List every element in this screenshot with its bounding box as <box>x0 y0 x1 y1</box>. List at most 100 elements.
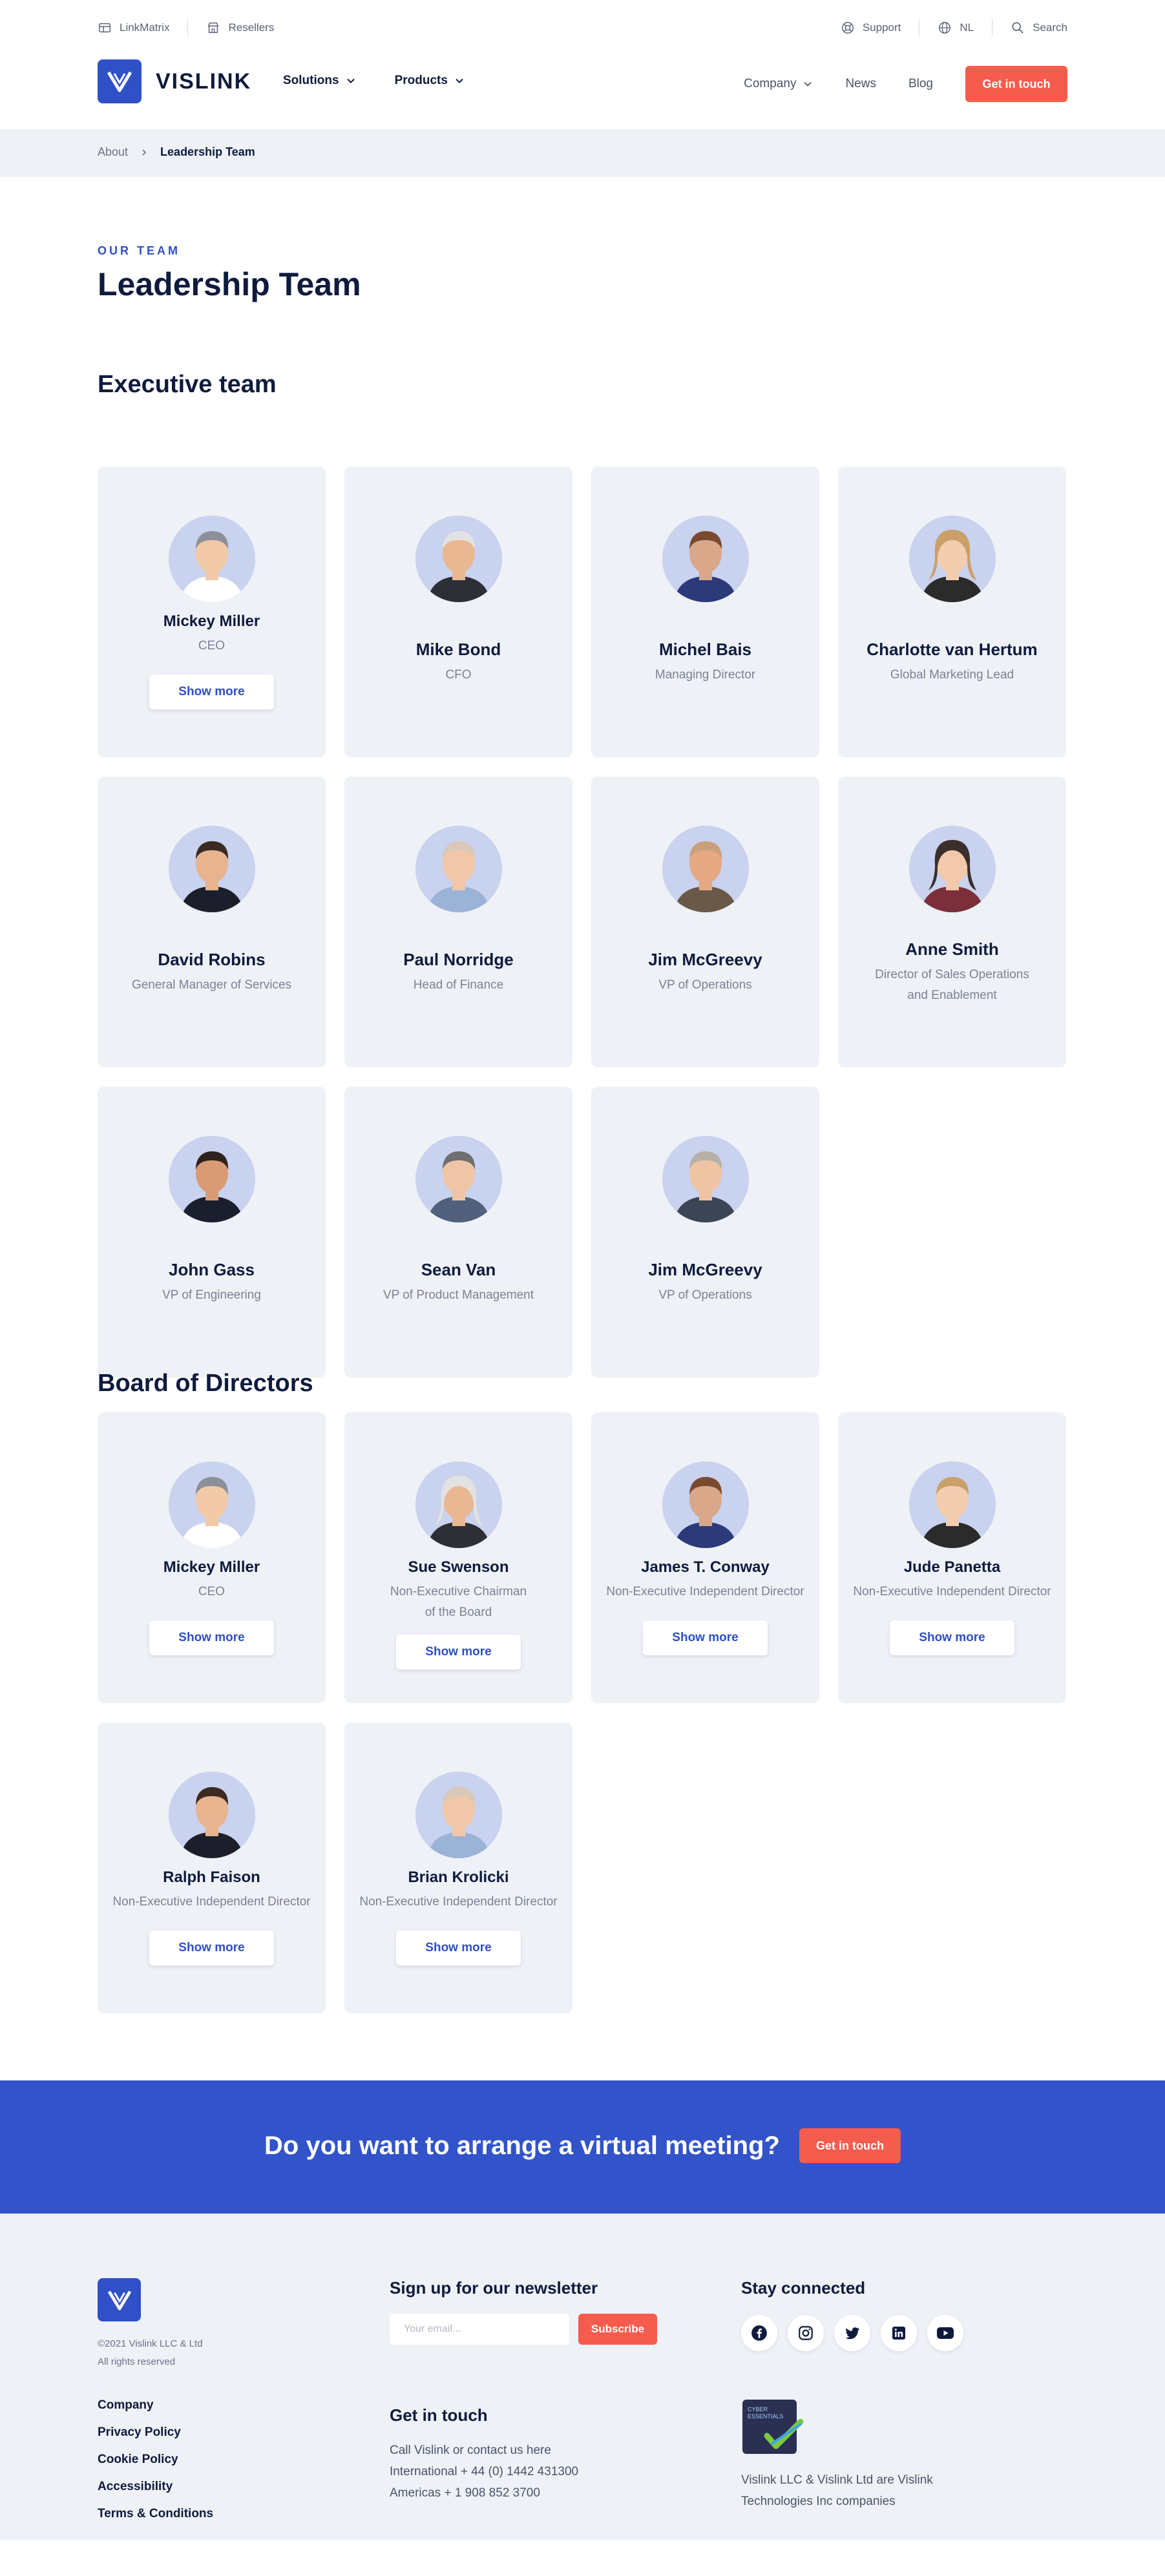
facebook-link[interactable] <box>741 2315 777 2351</box>
person-role: CEO <box>198 1585 226 1598</box>
team-member-card: James T. Conway Non-Executive Independent… <box>591 1412 819 1703</box>
footer-link-cookie[interactable]: Cookie Policy <box>98 2453 213 2467</box>
person-name: Jude Panetta <box>903 1558 1001 1576</box>
team-member-card: Jim McGreevy VP of Operations <box>591 777 819 1067</box>
footer-link-company[interactable]: Company <box>98 2398 213 2413</box>
show-more-button[interactable]: Show more <box>396 1635 521 1670</box>
support-link[interactable]: Support <box>841 21 901 35</box>
team-member-card: Mickey Miller CEO Show more <box>98 1412 326 1703</box>
badge-line1: CYBER <box>748 2406 768 2413</box>
executive-section: Mickey Miller CEO Show more Mike Bond CFO Mic… <box>98 466 1067 1377</box>
person-role: VP of Product Management <box>383 1288 534 1302</box>
menu-label: Solutions <box>283 74 339 87</box>
team-member-card: Anne Smith Director of Sales Operations a… <box>838 777 1066 1067</box>
avatar <box>415 1461 502 1548</box>
show-more-button[interactable]: Show more <box>643 1620 768 1655</box>
menu-products[interactable]: Products <box>395 74 465 88</box>
person-role: VP of Engineering <box>162 1288 261 1302</box>
contact-block: Get in touch Call Vislink or contact us … <box>390 2405 578 2504</box>
person-name: Brian Krolicki <box>408 1869 509 1886</box>
show-more-button[interactable]: Show more <box>149 1931 274 1965</box>
get-in-touch-button[interactable]: Get in touch <box>965 66 1067 102</box>
subscribe-button[interactable]: Subscribe <box>578 2314 657 2345</box>
avatar <box>662 826 749 912</box>
twitter-link[interactable] <box>834 2315 870 2351</box>
newsletter-email-input[interactable] <box>390 2314 569 2345</box>
person-role: VP of Operations <box>658 1288 752 1302</box>
instagram-icon <box>799 2326 813 2340</box>
breadcrumb-about[interactable]: About <box>98 145 128 159</box>
support-label: Support <box>862 21 901 34</box>
person-name: Michel Bais <box>658 640 752 659</box>
footer-link-accessibility[interactable]: Accessibility <box>98 2480 213 2494</box>
person-role: Non-Executive Independent Director <box>359 1895 558 1909</box>
avatar <box>415 1136 502 1222</box>
intro-section: OUR TEAM Leadership Team Executive team <box>98 177 1067 466</box>
show-more-button[interactable]: Show more <box>149 675 274 709</box>
person-role: Non-Executive Independent Director <box>112 1895 311 1909</box>
avatar <box>909 826 996 912</box>
person-role: VP of Operations <box>658 978 752 992</box>
person-name: Sue Swenson <box>408 1558 509 1576</box>
avatar <box>415 516 502 602</box>
team-member-card: Ralph Faison Non-Executive Independent Di… <box>98 1723 326 2013</box>
person-name: Mickey Miller <box>163 613 260 630</box>
person-role: General Manager of Services <box>131 978 292 992</box>
utility-bar: LinkMatrix Resellers Support NL Search <box>0 0 1165 57</box>
secondary-menu: Company News Blog Get in touch <box>744 66 1067 102</box>
chevron-right-icon <box>142 149 147 156</box>
show-more-button[interactable]: Show more <box>149 1620 274 1655</box>
language-switch[interactable]: NL <box>938 21 974 35</box>
breadcrumb-current: Leadership Team <box>160 145 255 158</box>
team-member-card: David Robins General Manager of Services <box>98 777 326 1067</box>
cyber-essentials-badge: CYBER ESSENTIALS <box>742 2400 804 2454</box>
search-link[interactable]: Search <box>1011 21 1067 35</box>
footer-link-privacy[interactable]: Privacy Policy <box>98 2425 213 2440</box>
chevron-down-icon <box>456 78 463 83</box>
language-label: NL <box>960 21 974 34</box>
person-name: David Robins <box>158 950 266 969</box>
badge-line2: ESSENTIALS <box>748 2413 784 2420</box>
board-title: Board of Directors <box>98 1370 313 1397</box>
avatar <box>662 1461 749 1548</box>
team-member-card: Sue Swenson Non-Executive Chairman of the… <box>344 1412 572 1703</box>
footer-logo[interactable] <box>98 2278 141 2321</box>
menu-solutions[interactable]: Solutions <box>283 74 356 88</box>
brand-logo[interactable]: VISLINK <box>98 59 251 103</box>
linkedin-link[interactable] <box>881 2315 917 2351</box>
social-title: Stay connected <box>741 2278 866 2298</box>
person-name: John Gass <box>169 1260 255 1279</box>
show-more-button[interactable]: Show more <box>396 1931 521 1965</box>
primary-menu: Solutions Products <box>283 74 465 88</box>
menu-blog[interactable]: Blog <box>908 68 933 99</box>
menu-news[interactable]: News <box>845 68 876 99</box>
avatar <box>909 1461 996 1548</box>
person-name: James T. Conway <box>641 1558 770 1576</box>
person-role: Non-Executive Chairman of the Board <box>390 1585 527 1619</box>
resellers-link[interactable]: Resellers <box>206 21 274 35</box>
resellers-label: Resellers <box>228 21 275 34</box>
show-more-button[interactable]: Show more <box>890 1620 1014 1655</box>
team-member-card: Mickey Miller CEO Show more <box>98 466 326 757</box>
instagram-link[interactable] <box>788 2315 824 2351</box>
team-member-card: Brian Krolicki Non-Executive Independent … <box>344 1723 572 2013</box>
cta-get-in-touch-button[interactable]: Get in touch <box>799 2128 901 2163</box>
menu-company[interactable]: Company <box>744 68 813 99</box>
avatar <box>169 1772 255 1858</box>
page: LinkMatrix Resellers Support NL Search V… <box>0 0 1165 2540</box>
linkmatrix-link[interactable]: LinkMatrix <box>98 21 169 35</box>
footer-link-terms[interactable]: Terms & Conditions <box>98 2507 213 2521</box>
avatar <box>415 826 502 912</box>
team-member-card: Jim McGreevy VP of Operations <box>591 1087 819 1377</box>
person-name: Anne Smith <box>905 939 999 959</box>
footer: ©2021 Vislink LLC & Ltd All rights reser… <box>0 2214 1165 2540</box>
cta-heading: Do you want to arrange a virtual meeting… <box>264 2131 780 2160</box>
contact-line: International + 44 (0) 1442 431300 <box>390 2465 579 2478</box>
company-note: Vislink LLC & Vislink Ltd are Vislink Te… <box>741 2473 933 2508</box>
meeting-cta: Do you want to arrange a virtual meeting… <box>0 2080 1165 2214</box>
youtube-link[interactable] <box>927 2315 963 2351</box>
person-name: Mike Bond <box>415 640 501 659</box>
avatar <box>169 1136 255 1222</box>
globe-icon <box>939 22 951 34</box>
contact-line: Call Vislink or contact us here <box>390 2444 551 2457</box>
